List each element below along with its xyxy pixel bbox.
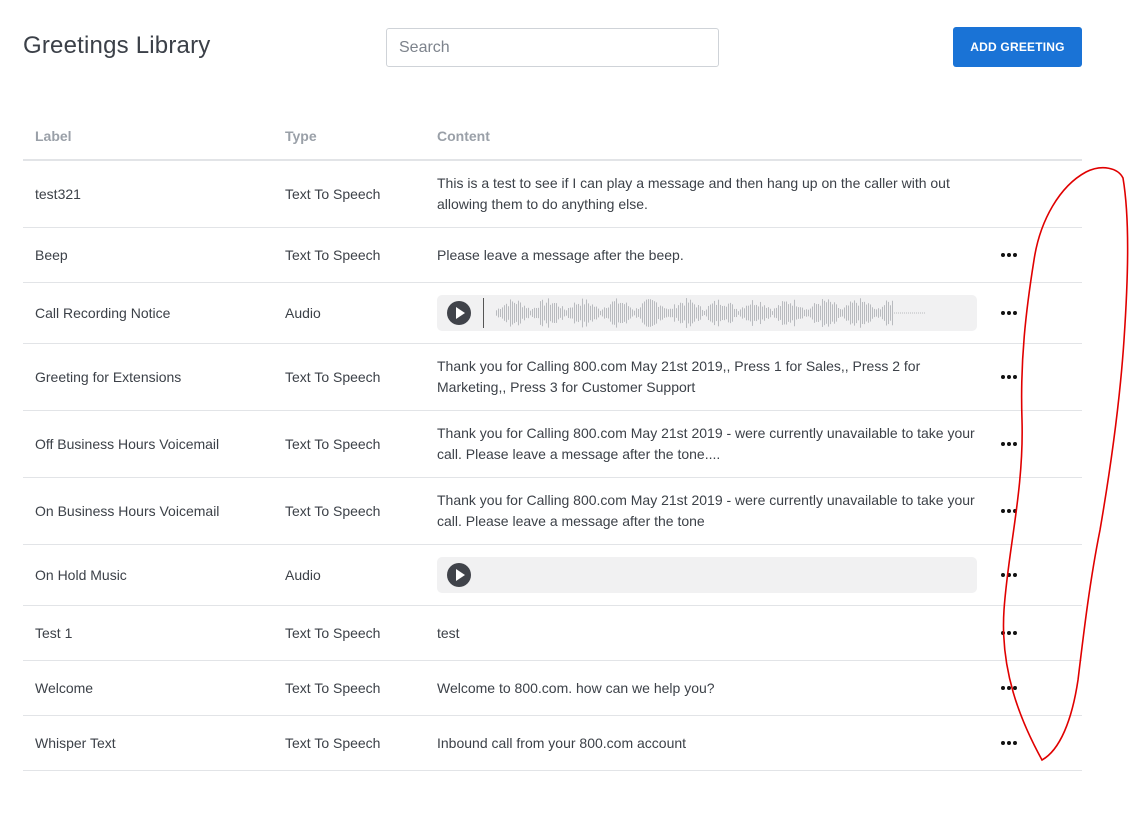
more-horizontal-icon[interactable] [1001, 505, 1017, 517]
table-row[interactable]: Whisper Text Text To Speech Inbound call… [23, 716, 1082, 771]
row-content: test [437, 624, 460, 641]
audio-player[interactable] [437, 557, 977, 593]
row-content: Inbound call from your 800.com account [437, 734, 687, 751]
playhead[interactable] [483, 298, 484, 328]
play-icon[interactable] [447, 301, 471, 325]
row-type: Text To Speech [285, 735, 381, 751]
row-label: Beep [35, 247, 68, 263]
audio-player[interactable] [437, 295, 977, 331]
row-content: Thank you for Calling 800.com May 21st 2… [437, 425, 975, 462]
column-header-label[interactable]: Label [23, 128, 285, 144]
row-label: Greeting for Extensions [35, 369, 182, 385]
row-label: test321 [35, 186, 81, 202]
table-row[interactable]: On Business Hours Voicemail Text To Spee… [23, 478, 1082, 545]
row-label: Welcome [35, 680, 94, 696]
table-row[interactable]: Call Recording Notice Audio [23, 283, 1082, 344]
row-content: Please leave a message after the beep. [437, 246, 684, 263]
column-header-content[interactable]: Content [437, 126, 986, 147]
more-horizontal-icon[interactable] [1001, 371, 1017, 383]
row-content: This is a test to see if I can play a me… [437, 175, 950, 212]
table-row[interactable]: Welcome Text To Speech Welcome to 800.co… [23, 661, 1082, 716]
row-label: Call Recording Notice [35, 305, 171, 321]
row-content: Thank you for Calling 800.com May 21st 2… [437, 492, 975, 529]
greetings-table: Label Type Content test321 Text To Speec… [23, 113, 1082, 771]
more-horizontal-icon[interactable] [1001, 737, 1017, 749]
row-type: Text To Speech [285, 247, 381, 263]
column-header-type[interactable]: Type [285, 128, 437, 144]
row-type: Text To Speech [285, 625, 381, 641]
row-label: Off Business Hours Voicemail [35, 436, 220, 452]
row-type: Text To Speech [285, 680, 381, 696]
row-label: Whisper Text [35, 735, 116, 751]
search-input[interactable] [386, 28, 719, 67]
row-type: Audio [285, 305, 321, 321]
add-greeting-button[interactable]: ADD GREETING [953, 27, 1082, 67]
row-type: Text To Speech [285, 369, 381, 385]
audio-waveform[interactable] [496, 296, 936, 330]
table-row[interactable]: Test 1 Text To Speech test [23, 606, 1082, 661]
page-title: Greetings Library [23, 32, 211, 59]
table-row[interactable]: Greeting for Extensions Text To Speech T… [23, 344, 1082, 411]
table-row[interactable]: Off Business Hours Voicemail Text To Spe… [23, 411, 1082, 478]
row-type: Text To Speech [285, 186, 381, 202]
row-content: Thank you for Calling 800.com May 21st 2… [437, 358, 921, 395]
table-header: Label Type Content [23, 113, 1082, 161]
row-label: Test 1 [35, 625, 73, 641]
row-content: Welcome to 800.com. how can we help you? [437, 679, 715, 696]
table-row[interactable]: On Hold Music Audio [23, 545, 1082, 606]
row-type: Text To Speech [285, 436, 381, 452]
more-horizontal-icon[interactable] [1001, 438, 1017, 450]
row-type: Text To Speech [285, 503, 381, 519]
more-horizontal-icon[interactable] [1001, 307, 1017, 319]
table-row[interactable]: Beep Text To Speech Please leave a messa… [23, 228, 1082, 283]
more-horizontal-icon[interactable] [1001, 569, 1017, 581]
table-row[interactable]: test321 Text To Speech This is a test to… [23, 161, 1082, 228]
row-label: On Business Hours Voicemail [35, 503, 220, 519]
more-horizontal-icon[interactable] [1001, 627, 1017, 639]
row-type: Audio [285, 567, 321, 583]
row-label: On Hold Music [35, 567, 127, 583]
play-icon[interactable] [447, 563, 471, 587]
more-horizontal-icon[interactable] [1001, 682, 1017, 694]
more-horizontal-icon[interactable] [1001, 249, 1017, 261]
